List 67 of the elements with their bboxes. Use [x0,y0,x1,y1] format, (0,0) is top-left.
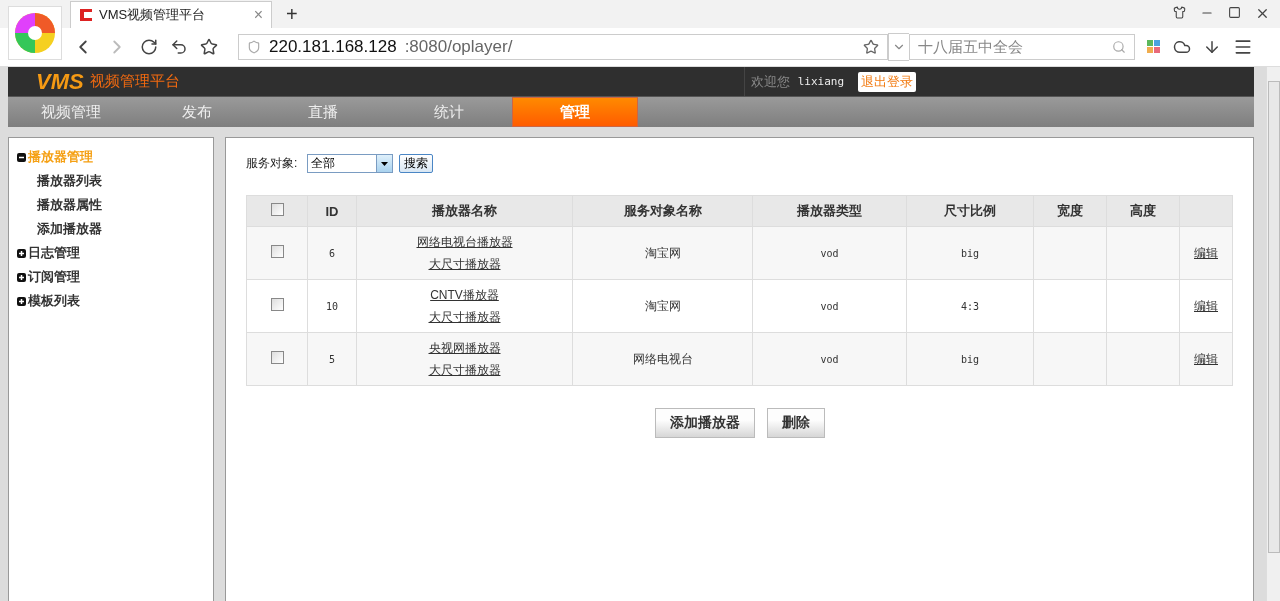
search-button[interactable]: 搜索 [399,154,434,173]
expand-icon[interactable] [17,272,26,282]
table-cell: vod [820,301,839,312]
site-logo: VMS [36,68,84,95]
table-cell: vod [820,248,839,259]
column-header: 服务对象名称 [572,195,753,227]
user-name: lixiang [797,75,844,88]
address-bar[interactable]: 220.181.168.128 :8080/oplayer/ [238,34,888,60]
expand-icon[interactable] [17,296,26,306]
skin-icon[interactable] [1173,6,1186,19]
sidebar-item[interactable]: 模板列表 [28,292,80,310]
table-cell: 4:3 [960,301,980,312]
undo-icon[interactable] [170,38,188,56]
table-cell: vod [820,354,839,365]
cloud-icon[interactable] [1173,38,1191,56]
select-all-checkbox[interactable] [270,203,284,216]
column-header: ID [307,195,357,227]
player-link[interactable]: 央视网播放器 [358,337,571,359]
player-link[interactable]: 网络电视台播放器 [358,231,571,253]
sidebar-subitem[interactable]: 播放器列表 [17,172,213,190]
service-select[interactable]: 全部 [307,154,394,173]
site-subtitle: 视频管理平台 [89,72,180,91]
column-header: 高度 [1106,195,1180,227]
maximize-icon[interactable] [1228,6,1241,19]
player-link[interactable]: 大尺寸播放器 [358,253,571,275]
table-cell: 淘宝网 [644,298,681,313]
column-header: 宽度 [1033,195,1107,227]
row-checkbox[interactable] [270,245,284,258]
table-cell: 网络电视台 [632,351,693,366]
column-header: 播放器类型 [752,195,907,227]
bookmark-icon[interactable] [200,38,218,56]
tab-title: VMS视频管理平台 [99,6,207,24]
player-link[interactable]: 大尺寸播放器 [358,359,571,381]
site-favicon-icon [79,8,93,22]
player-link[interactable]: CNTV播放器 [358,284,571,306]
row-checkbox[interactable] [270,298,284,311]
download-icon[interactable] [1203,38,1221,56]
table-cell: 淘宝网 [644,245,681,260]
sidebar-subitem[interactable]: 播放器属性 [17,196,213,214]
row-checkbox[interactable] [270,351,284,364]
expand-icon[interactable] [17,248,26,258]
close-tab-button[interactable]: × [253,6,263,24]
browser-tab[interactable]: VMS视频管理平台 × [70,1,272,28]
caret-icon [381,161,389,166]
action-button[interactable]: 删除 [766,408,825,438]
search-field[interactable]: 十八届五中全会 [909,34,1135,60]
column-header: 播放器名称 [356,195,573,227]
table-cell: 5 [329,354,335,365]
sidebar-subitem[interactable]: 添加播放器 [17,220,213,238]
player-link[interactable]: 大尺寸播放器 [358,306,571,328]
sidebar-item[interactable]: 订阅管理 [28,268,80,286]
column-header: 尺寸比例 [906,195,1034,227]
action-button[interactable]: 添加播放器 [654,408,755,438]
browser-logo-icon[interactable] [8,6,62,60]
apps-icon[interactable] [1147,40,1161,54]
table-cell: 10 [325,301,338,312]
close-icon[interactable] [1255,6,1270,21]
table-cell: 6 [329,248,335,259]
sidebar-item[interactable]: 日志管理 [28,244,80,262]
reload-icon[interactable] [140,38,158,56]
new-tab-button[interactable]: + [286,3,298,26]
filter-label: 服务对象: [246,155,298,172]
menu-icon[interactable] [1233,37,1253,57]
table-cell: big [960,248,980,259]
collapse-icon[interactable] [17,152,26,162]
table-cell: big [960,354,980,365]
welcome-text: 欢迎您 [750,72,790,91]
